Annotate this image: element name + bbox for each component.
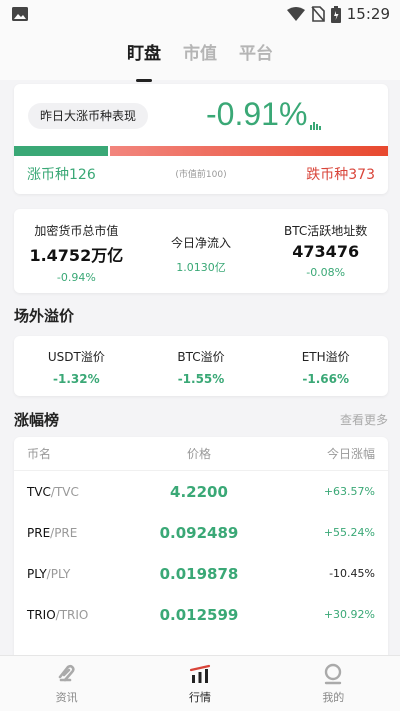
table-row[interactable]: PRE/PRE 0.092489 +55.24% xyxy=(14,512,388,553)
bottom-nav-profile[interactable]: 我的 xyxy=(267,656,400,711)
coin-change: -10.45% xyxy=(329,567,375,580)
coin-name: PLY xyxy=(27,566,47,581)
coin-price: 0.019878 xyxy=(159,564,239,583)
coin-name-cell: PLY/PLY xyxy=(14,567,134,581)
stat-value: 473476 xyxy=(292,242,360,261)
no-sim-icon xyxy=(311,6,325,22)
bottom-nav-label: 资讯 xyxy=(55,690,78,704)
image-icon xyxy=(12,7,28,21)
coin-name-cell: TRIO/TRIO xyxy=(14,608,134,622)
premium-label: USDT溢价 xyxy=(47,350,105,364)
profile-icon xyxy=(325,663,342,684)
performance-label: 昨日大涨币种表现 xyxy=(28,103,149,129)
stat-change: 1.0130亿 xyxy=(176,261,226,274)
market-stats-card[interactable]: 加密货币总市值 1.4752万亿 -0.94% 今日净流入 1.0130亿 BT… xyxy=(14,209,388,293)
stat-change: -0.08% xyxy=(306,266,346,279)
coin-symbol: /PLY xyxy=(46,566,71,581)
stat-net-inflow[interactable]: 今日净流入 1.0130亿 xyxy=(139,209,264,293)
down-count: 跌币种373 xyxy=(306,167,375,183)
coin-name-cell: PRE/PRE xyxy=(14,526,134,540)
premium-usdt[interactable]: USDT溢价 -1.32% xyxy=(14,336,139,396)
coin-symbol: /TRIO xyxy=(55,607,89,622)
premium-label: ETH溢价 xyxy=(301,350,350,364)
status-bar: 15:29 xyxy=(0,0,400,28)
table-row[interactable]: TRIO/TRIO 0.012599 +30.92% xyxy=(14,594,388,635)
stat-total-market-cap[interactable]: 加密货币总市值 1.4752万亿 -0.94% xyxy=(14,209,139,293)
premium-value: -1.55% xyxy=(177,372,225,386)
news-icon xyxy=(58,664,75,681)
gainers-section-title: 涨幅榜 xyxy=(14,411,60,429)
header-price[interactable]: 价格 xyxy=(134,445,264,462)
battery-icon xyxy=(330,5,341,23)
coin-change: +55.24% xyxy=(323,526,375,539)
coin-name: PRE xyxy=(27,525,51,540)
tab-watch[interactable]: 盯盘 xyxy=(127,39,161,70)
premium-btc[interactable]: BTC溢价 -1.55% xyxy=(139,336,264,396)
premium-label: BTC溢价 xyxy=(177,350,225,364)
stat-label: 加密货币总市值 xyxy=(34,224,119,238)
coin-symbol: /PRE xyxy=(50,525,78,540)
stat-change: -0.94% xyxy=(56,271,96,284)
see-more-link[interactable]: 查看更多 xyxy=(340,411,388,428)
bottom-nav-news[interactable]: 资讯 xyxy=(0,656,133,711)
bottom-nav-label: 我的 xyxy=(322,690,345,704)
coin-change: +63.57% xyxy=(323,485,375,498)
coin-price: 0.012599 xyxy=(159,605,239,624)
up-ratio-segment xyxy=(14,146,109,156)
gainers-table: 币名 价格 今日涨幅 TVC/TVC 4.2200 +63.57% PRE/PR… xyxy=(14,437,388,667)
coin-price: 4.2200 xyxy=(170,482,228,501)
bottom-nav: 资讯 行情 我的 xyxy=(0,655,400,711)
stat-value: 1.4752万亿 xyxy=(29,246,124,265)
performance-value: -0.91% xyxy=(206,96,308,132)
premium-card[interactable]: USDT溢价 -1.32% BTC溢价 -1.55% ETH溢价 -1.66% xyxy=(14,336,388,396)
bottom-nav-market[interactable]: 行情 xyxy=(133,656,266,711)
premium-value: -1.32% xyxy=(53,372,100,386)
coin-name: TRIO xyxy=(27,607,56,622)
down-ratio-segment xyxy=(110,146,388,156)
market-chart-icon xyxy=(189,664,211,683)
header-name[interactable]: 币名 xyxy=(14,445,134,462)
top-tab-bar: 盯盘 市值 平台 xyxy=(0,28,400,80)
status-time: 15:29 xyxy=(346,5,390,23)
table-row[interactable]: PLY/PLY 0.019878 -10.45% xyxy=(14,553,388,594)
tab-platform[interactable]: 平台 xyxy=(239,39,273,70)
stat-label: 今日净流入 xyxy=(171,236,232,250)
yesterday-performance-card[interactable]: 昨日大涨币种表现 -0.91% 涨币种126 (市值前100) 跌币种373 xyxy=(14,84,388,194)
stat-label: BTC活跃地址数 xyxy=(284,224,368,238)
coin-price: 0.092489 xyxy=(159,523,239,542)
tab-market-cap[interactable]: 市值 xyxy=(183,39,217,70)
coin-name: TVC xyxy=(27,484,51,499)
coin-symbol: /TVC xyxy=(50,484,79,499)
coin-name-cell: TVC/TVC xyxy=(14,485,134,499)
mini-bar-chart-icon xyxy=(310,122,321,130)
wifi-icon xyxy=(286,7,305,21)
header-change[interactable]: 今日涨幅 xyxy=(264,445,388,462)
premium-value: -1.66% xyxy=(302,372,349,386)
up-down-ratio-bar xyxy=(14,146,388,156)
bottom-nav-label: 行情 xyxy=(188,690,211,704)
stat-btc-active-addresses[interactable]: BTC活跃地址数 473476 -0.08% xyxy=(263,209,388,293)
premium-eth[interactable]: ETH溢价 -1.66% xyxy=(263,336,388,396)
table-header: 币名 价格 今日涨幅 xyxy=(14,437,388,471)
table-row[interactable]: TVC/TVC 4.2200 +63.57% xyxy=(14,471,388,512)
premium-section-title: 场外溢价 xyxy=(14,307,75,325)
coin-change: +30.92% xyxy=(323,608,375,621)
